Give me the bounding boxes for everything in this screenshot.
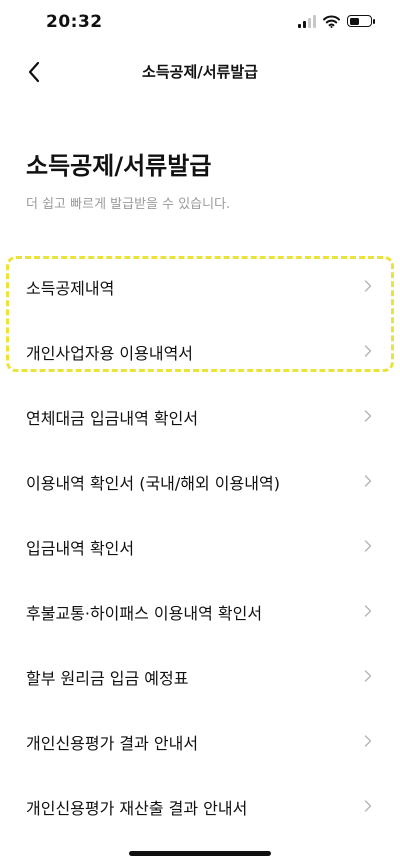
status-time: 20:32 (46, 12, 103, 32)
menu-item-installment-schedule[interactable]: 할부 원리금 입금 예정표 (0, 644, 400, 709)
status-bar: 20:32 (0, 0, 400, 48)
navigation-bar: 소득공제/서류발급 (0, 52, 400, 92)
page-title: 소득공제/서류발급 (26, 152, 212, 180)
chevron-right-icon (364, 735, 372, 747)
menu-item-label: 연체대금 입금내역 확인서 (26, 408, 199, 428)
chevron-right-icon (364, 475, 372, 487)
menu-item-label: 개인사업자용 이용내역서 (26, 343, 194, 363)
chevron-right-icon (364, 540, 372, 552)
menu-item-deposit-certificate[interactable]: 입금내역 확인서 (0, 514, 400, 579)
menu-item-transit-hipass-certificate[interactable]: 후불교통·하이패스 이용내역 확인서 (0, 579, 400, 644)
menu-item-credit-rating-recalc-notice[interactable]: 개인신용평가 재산출 결과 안내서 (0, 774, 400, 839)
menu-item-income-deduction[interactable]: 소득공제내역 (0, 254, 400, 319)
menu-item-label: 개인신용평가 결과 안내서 (26, 733, 199, 753)
battery-icon (347, 15, 375, 27)
menu-item-label: 이용내역 확인서 (국내/해외 이용내역) (26, 473, 280, 493)
menu-item-label: 개인신용평가 재산출 결과 안내서 (26, 798, 248, 818)
chevron-right-icon (364, 280, 372, 292)
chevron-right-icon (364, 410, 372, 422)
menu-item-label: 소득공제내역 (26, 278, 115, 298)
menu-item-usage-certificate[interactable]: 이용내역 확인서 (국내/해외 이용내역) (0, 449, 400, 514)
menu-item-credit-rating-notice[interactable]: 개인신용평가 결과 안내서 (0, 709, 400, 774)
chevron-right-icon (364, 605, 372, 617)
home-indicator (129, 851, 271, 856)
menu-item-label: 입금내역 확인서 (26, 538, 135, 558)
page-subtitle: 더 쉽고 빠르게 발급받을 수 있습니다. (26, 197, 231, 212)
menu-item-label: 후불교통·하이패스 이용내역 확인서 (26, 603, 263, 623)
status-icons (298, 14, 375, 28)
cellular-signal-icon (298, 14, 316, 28)
wifi-icon (323, 15, 340, 28)
menu-item-business-usage-statement[interactable]: 개인사업자용 이용내역서 (0, 319, 400, 384)
menu-item-label: 할부 원리금 입금 예정표 (26, 668, 189, 688)
chevron-right-icon (364, 345, 372, 357)
chevron-right-icon (364, 800, 372, 812)
document-menu-list: 소득공제내역 개인사업자용 이용내역서 연체대금 입금내역 확인서 이용내역 확… (0, 254, 400, 839)
menu-item-overdue-payment-certificate[interactable]: 연체대금 입금내역 확인서 (0, 384, 400, 449)
chevron-right-icon (364, 670, 372, 682)
nav-title: 소득공제/서류발급 (142, 63, 258, 81)
